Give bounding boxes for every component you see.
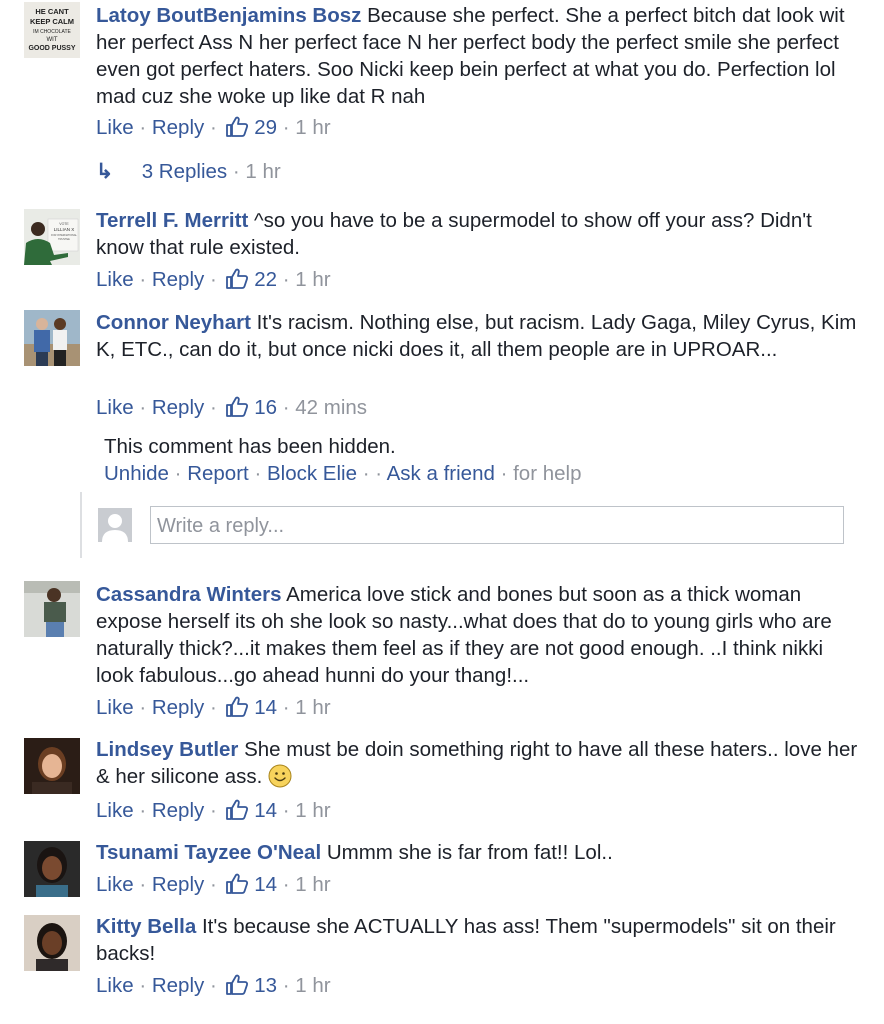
like-button[interactable]: Like [96, 873, 134, 896]
report-link[interactable]: Report [187, 462, 249, 485]
like-count[interactable]: 22 [254, 268, 277, 291]
reply-button[interactable]: Reply [152, 396, 204, 419]
replies-time: 1 hr [245, 160, 281, 183]
like-count[interactable]: 14 [254, 873, 277, 896]
comment-actions: Like · Reply · 16 · 42 mins [96, 395, 368, 419]
view-replies-link[interactable]: ↳ 3 Replies · 1 hr [96, 159, 281, 185]
timestamp[interactable]: 1 hr [295, 974, 330, 997]
reply-button[interactable]: Reply [152, 974, 204, 997]
unhide-link[interactable]: Unhide [104, 462, 169, 485]
like-button[interactable]: Like [96, 268, 134, 291]
avatar[interactable]: VOTE LILLIAN X FOR INTERNATIONAL TRUSTEE [24, 209, 80, 265]
like-button[interactable]: Like [96, 116, 134, 139]
reply-arrow-icon: ↳ [96, 160, 114, 183]
svg-text:WIT: WIT [47, 37, 58, 43]
comment-actions: Like · Reply · 14 · 1 hr [96, 798, 331, 822]
reply-button[interactable]: Reply [152, 799, 204, 822]
like-count[interactable]: 29 [254, 116, 277, 139]
svg-text:TRUSTEE: TRUSTEE [58, 238, 70, 241]
reply-input[interactable]: Write a reply... [150, 506, 844, 544]
timestamp[interactable]: 1 hr [295, 116, 330, 139]
default-avatar-icon [98, 508, 132, 542]
reply-button[interactable]: Reply [152, 696, 204, 719]
avatar[interactable]: HE CANT KEEP CALM IM CHOCOLATE WIT GOOD … [24, 2, 80, 58]
user-avatar [98, 508, 132, 542]
for-help-text: for help [513, 462, 582, 485]
timestamp[interactable]: 42 mins [295, 396, 367, 419]
avatar[interactable] [24, 581, 80, 637]
like-count[interactable]: 16 [254, 396, 277, 419]
comment-text: It's because she ACTUALLY has ass! Them … [96, 915, 836, 965]
like-button[interactable]: Like [96, 799, 134, 822]
reply-button[interactable]: Reply [152, 873, 204, 896]
avatar[interactable] [24, 841, 80, 897]
avatar[interactable] [24, 738, 80, 794]
reply-button[interactable]: Reply [152, 268, 204, 291]
timestamp[interactable]: 1 hr [295, 799, 330, 822]
svg-text:GOOD PUSSY: GOOD PUSSY [28, 45, 75, 52]
like-button[interactable]: Like [96, 696, 134, 719]
hidden-comment: This comment has been hidden. Unhide · R… [104, 433, 582, 487]
comment-author[interactable]: Terrell F. Merritt [96, 209, 248, 232]
thumbs-up-icon[interactable] [225, 395, 249, 417]
smiley-emoji-icon [268, 764, 292, 788]
timestamp[interactable]: 1 hr [295, 873, 330, 896]
like-button[interactable]: Like [96, 974, 134, 997]
block-link[interactable]: Block Elie [267, 462, 357, 485]
comment-body: Tsunami Tayzee O'Neal Ummm she is far fr… [96, 839, 864, 866]
thumbs-up-icon[interactable] [225, 973, 249, 995]
thumbs-up-icon[interactable] [225, 798, 249, 820]
like-button[interactable]: Like [96, 396, 134, 419]
comment-actions: Like · Reply · 22 · 1 hr [96, 267, 331, 291]
comment-author[interactable]: Connor Neyhart [96, 311, 251, 334]
thumbs-up-icon[interactable] [225, 695, 249, 717]
comment-actions: Like · Reply · 14 · 1 hr [96, 695, 331, 719]
comment-body: Terrell F. Merritt ^so you have to be a … [96, 207, 864, 261]
comment-body: Kitty Bella It's because she ACTUALLY ha… [96, 913, 864, 967]
hidden-comment-message: This comment has been hidden. [104, 435, 396, 458]
comment-actions: Like · Reply · 29 · 1 hr [96, 115, 331, 139]
svg-text:HE CANT: HE CANT [35, 7, 69, 16]
comment-author[interactable]: Cassandra Winters [96, 583, 282, 606]
thumbs-up-icon[interactable] [225, 115, 249, 137]
comment-author[interactable]: Latoy BoutBenjamins Bosz [96, 4, 361, 27]
avatar[interactable] [24, 915, 80, 971]
comment-text: Ummm she is far from fat!! Lol.. [326, 841, 613, 864]
comment-author[interactable]: Lindsey Butler [96, 738, 238, 761]
svg-text:VOTE: VOTE [59, 222, 69, 226]
reply-button[interactable]: Reply [152, 116, 204, 139]
like-count[interactable]: 14 [254, 799, 277, 822]
ask-friend-link[interactable]: Ask a friend [387, 462, 495, 485]
comment-author[interactable]: Kitty Bella [96, 915, 196, 938]
svg-text:FOR INTERNATIONAL: FOR INTERNATIONAL [51, 234, 77, 237]
like-count[interactable]: 13 [254, 974, 277, 997]
like-count[interactable]: 14 [254, 696, 277, 719]
timestamp[interactable]: 1 hr [295, 696, 330, 719]
reply-composer: Write a reply... [80, 492, 852, 558]
svg-text:IM CHOCOLATE: IM CHOCOLATE [33, 29, 71, 35]
thumbs-up-icon[interactable] [225, 872, 249, 894]
avatar[interactable] [24, 310, 80, 366]
thumbs-up-icon[interactable] [225, 267, 249, 289]
comment-body: Lindsey Butler She must be doin somethin… [96, 736, 864, 790]
comment-author[interactable]: Tsunami Tayzee O'Neal [96, 841, 321, 864]
replies-count[interactable]: 3 Replies [142, 160, 227, 183]
comment-body: Latoy BoutBenjamins Bosz Because she per… [96, 2, 864, 110]
comment-actions: Like · Reply · 13 · 1 hr [96, 973, 331, 997]
comment-body: Cassandra Winters America love stick and… [96, 581, 864, 689]
hidden-comment-actions: Unhide · Report · Block Elie · · Ask a f… [104, 462, 582, 485]
svg-text:KEEP CALM: KEEP CALM [30, 17, 74, 26]
comment-actions: Like · Reply · 14 · 1 hr [96, 872, 331, 896]
timestamp[interactable]: 1 hr [295, 268, 330, 291]
comment-body: Connor Neyhart It's racism. Nothing else… [96, 309, 864, 363]
svg-text:LILLIAN X: LILLIAN X [54, 227, 75, 232]
